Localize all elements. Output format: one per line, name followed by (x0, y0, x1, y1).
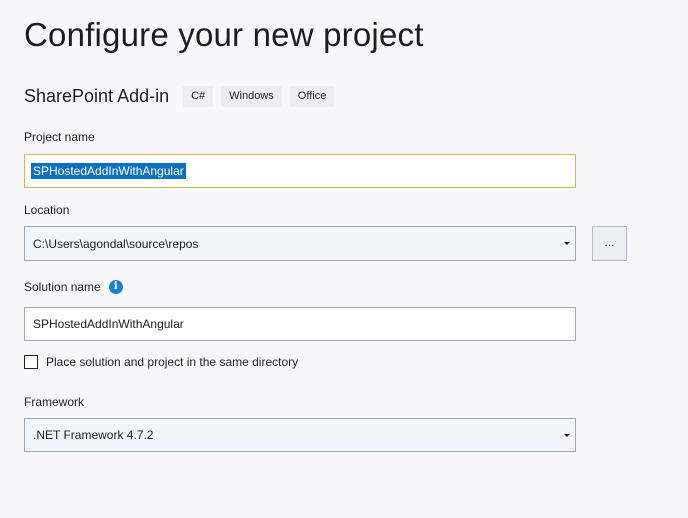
location-label: Location (24, 203, 70, 217)
same-directory-label[interactable]: Place solution and project in the same d… (46, 355, 298, 369)
framework-combobox[interactable]: .NET Framework 4.7.2 (24, 418, 576, 452)
framework-value: .NET Framework 4.7.2 (33, 428, 154, 442)
chevron-down-icon[interactable] (564, 433, 570, 437)
location-combobox[interactable]: C:\Users\agondal\source\repos (24, 226, 576, 261)
same-directory-option[interactable]: Place solution and project in the same d… (24, 355, 298, 369)
solution-name-label: Solution name (24, 280, 101, 294)
framework-label: Framework (24, 395, 85, 409)
tag-language: C# (183, 85, 214, 107)
project-name-input[interactable]: SPHostedAddInWithAngular (24, 154, 576, 188)
same-directory-checkbox[interactable] (24, 355, 38, 369)
tag-platform: Windows (221, 85, 282, 107)
solution-name-label-row: Solution name i (24, 280, 123, 294)
project-name-label: Project name (24, 130, 95, 144)
template-name: SharePoint Add-in (24, 85, 170, 106)
solution-name-value: SPHostedAddInWithAngular (33, 317, 184, 331)
location-value: C:\Users\agondal\source\repos (33, 236, 199, 251)
solution-name-input[interactable]: SPHostedAddInWithAngular (24, 307, 576, 341)
browse-location-button[interactable]: ... (592, 226, 627, 261)
template-summary: SharePoint Add-in C# Windows Office (24, 84, 342, 108)
project-name-value: SPHostedAddInWithAngular (31, 163, 186, 179)
info-icon[interactable]: i (108, 280, 123, 294)
chevron-down-icon[interactable] (564, 242, 570, 245)
tag-project-type: Office (289, 85, 335, 107)
page-title: Configure your new project (24, 16, 424, 53)
